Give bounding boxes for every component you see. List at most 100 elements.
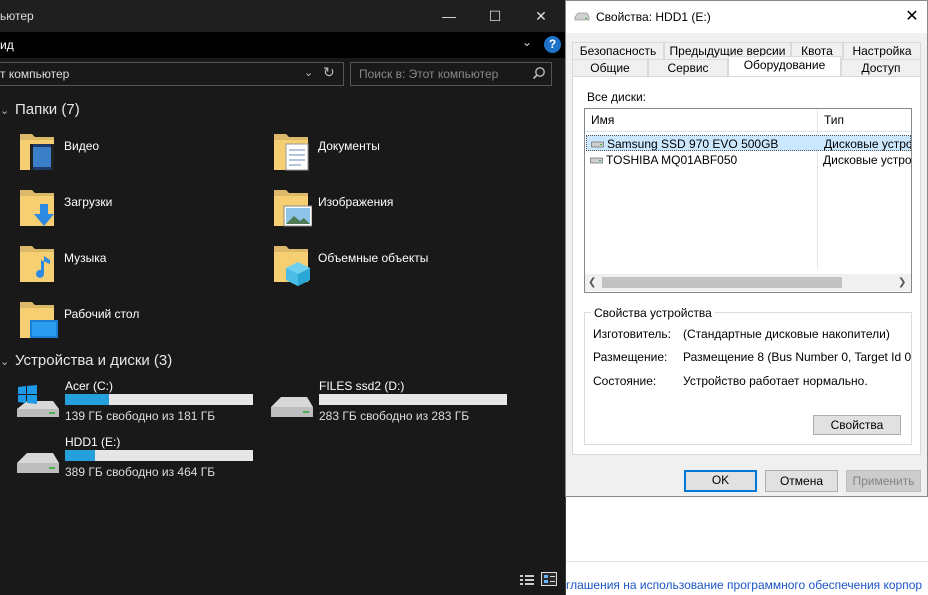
folder-music[interactable]: Музыка [18, 242, 268, 292]
status-value: Устройство работает нормально. [683, 374, 868, 388]
hard-drive-icon [271, 397, 313, 417]
hardware-tab-panel: Все диски: Имя Тип Samsung SSD 970 EVO 5… [572, 76, 921, 455]
dialog-close-button[interactable]: ✕ [900, 5, 924, 29]
explorer-titlebar: ьютер — ☐ ✕ [0, 0, 565, 32]
manufacturer-label: Изготовитель: [593, 327, 671, 341]
folder-label: Загрузки [64, 195, 113, 209]
pictures-folder-icon [274, 190, 312, 227]
3d-objects-folder-icon [274, 246, 310, 286]
disk-name: Samsung SSD 970 EVO 500GB [607, 137, 779, 151]
drive-usage-fill [65, 450, 96, 461]
dialog-titlebar: Свойства: HDD1 (E:) ✕ [566, 1, 927, 33]
explorer-title: ьютер [0, 9, 34, 23]
cancel-button[interactable]: Отмена [765, 470, 838, 492]
hard-drive-icon [17, 453, 59, 473]
scroll-right-arrow-icon[interactable]: ❯ [898, 274, 906, 291]
drive-usage-bar [319, 394, 507, 405]
collapse-chevron-icon: ⌄ [0, 356, 10, 368]
folder-label: Изображения [318, 195, 394, 209]
column-separator [817, 109, 818, 269]
all-disks-label: Все диски: [587, 90, 647, 104]
scrollbar-thumb[interactable] [602, 277, 842, 288]
ok-button[interactable]: OK [684, 470, 757, 492]
folders-group-header[interactable]: ⌄ Папки (7) [0, 101, 80, 118]
expand-ribbon-chevron-icon[interactable]: ⌄ [522, 35, 532, 49]
drives-group-label: Устройства и диски (3) [15, 352, 173, 369]
search-placeholder: Поиск в: Этот компьютер [359, 67, 499, 81]
address-text: т компьютер [0, 67, 70, 81]
manufacturer-value: (Стандартные дисковые накопители) [683, 327, 890, 341]
tab-tools[interactable]: Сервис [648, 59, 728, 76]
tab-sharing[interactable]: Доступ [841, 59, 921, 76]
folder-label: Рабочий стол [64, 307, 140, 321]
tab-general[interactable]: Общие [572, 59, 648, 76]
search-icon[interactable] [532, 66, 546, 80]
close-button[interactable]: ✕ [518, 0, 564, 32]
disk-drive-icon [590, 157, 603, 164]
file-explorer-window: ьютер — ☐ ✕ ид ⌄ ? т компьютер ⌄ ↻ Поиск… [0, 0, 566, 595]
device-properties-button[interactable]: Свойства [813, 415, 901, 435]
maximize-button[interactable]: ☐ [472, 0, 518, 32]
collapse-chevron-icon: ⌄ [0, 105, 10, 117]
folder-label: Музыка [64, 251, 107, 265]
drive-usage-bar [65, 394, 253, 405]
refresh-icon[interactable]: ↻ [323, 64, 335, 81]
disk-type: Дисковые устрой [824, 137, 912, 151]
disk-row[interactable]: Samsung SSD 970 EVO 500GB Дисковые устро… [586, 135, 911, 151]
disk-row[interactable]: TOSHIBA MQ01ABF050 Дисковые устрой [586, 152, 911, 168]
tiles-view-icon[interactable] [541, 572, 557, 586]
drives-group-header[interactable]: ⌄ Устройства и диски (3) [0, 352, 172, 369]
drive-c[interactable]: Acer (C:) 139 ГБ свободно из 181 ГБ [15, 379, 265, 429]
drive-name: HDD1 (E:) [65, 435, 121, 449]
horizontal-scrollbar[interactable]: ❮ ❯ [585, 274, 911, 291]
folder-video[interactable]: Видео [18, 130, 268, 180]
drive-name: FILES ssd2 (D:) [319, 379, 405, 393]
disk-list[interactable]: Имя Тип Samsung SSD 970 EVO 500GB Дисков… [584, 108, 912, 293]
folder-downloads[interactable]: Загрузки [18, 186, 268, 236]
folder-3d-objects[interactable]: Объемные объекты [272, 242, 522, 292]
header-divider [585, 131, 911, 132]
folder-label: Видео [64, 139, 100, 153]
location-value: Размещение 8 (Bus Number 0, Target Id 0,… [683, 350, 911, 364]
column-header-type[interactable]: Тип [818, 109, 911, 131]
documents-folder-icon [274, 134, 309, 171]
apply-button[interactable]: Применить [846, 470, 921, 492]
drive-usage-bar [65, 450, 253, 461]
scroll-left-arrow-icon[interactable]: ❮ [588, 274, 596, 291]
drive-usage-fill [65, 394, 109, 405]
ribbon: ид ⌄ ? [0, 32, 565, 58]
help-icon[interactable]: ? [544, 36, 561, 53]
folders-group-label: Папки (7) [15, 101, 80, 118]
license-agreement-link[interactable]: глашения на использование программного о… [566, 578, 922, 592]
minimize-button[interactable]: — [426, 0, 472, 32]
disk-drive-icon [591, 141, 604, 148]
downloads-folder-icon [20, 190, 54, 226]
drive-free-space: 139 ГБ свободно из 181 ГБ [65, 409, 216, 423]
disk-name: TOSHIBA MQ01ABF050 [606, 153, 738, 167]
video-folder-icon [20, 134, 54, 170]
address-dropdown-icon[interactable]: ⌄ [304, 66, 313, 79]
windows-drive-icon [17, 385, 59, 417]
drive-e[interactable]: HDD1 (E:) 389 ГБ свободно из 464 ГБ [15, 435, 265, 485]
location-label: Размещение: [593, 350, 668, 364]
folder-label: Объемные объекты [318, 251, 429, 265]
status-label: Состояние: [593, 374, 657, 388]
search-input[interactable]: Поиск в: Этот компьютер [350, 62, 552, 86]
folder-documents[interactable]: Документы [272, 130, 522, 180]
ribbon-tab-view[interactable]: ид [0, 38, 14, 52]
folder-pictures[interactable]: Изображения [272, 186, 522, 236]
folder-label: Документы [318, 139, 380, 153]
disk-type: Дисковые устрой [823, 153, 912, 167]
column-header-name[interactable]: Имя [585, 109, 817, 131]
folder-desktop[interactable]: Рабочий стол [18, 298, 268, 348]
address-bar[interactable]: т компьютер ⌄ ↻ [0, 62, 344, 86]
tab-customize[interactable]: Настройка [843, 42, 921, 59]
device-properties-title: Свойства устройства [591, 306, 715, 320]
tab-security[interactable]: Безопасность [572, 42, 664, 59]
drive-d[interactable]: FILES ssd2 (D:) 283 ГБ свободно из 283 Г… [269, 379, 519, 429]
hard-drive-icon [574, 12, 590, 21]
details-view-icon[interactable] [519, 573, 535, 587]
status-bar [0, 570, 565, 595]
tab-hardware[interactable]: Оборудование [728, 56, 841, 76]
music-folder-icon [20, 246, 54, 282]
